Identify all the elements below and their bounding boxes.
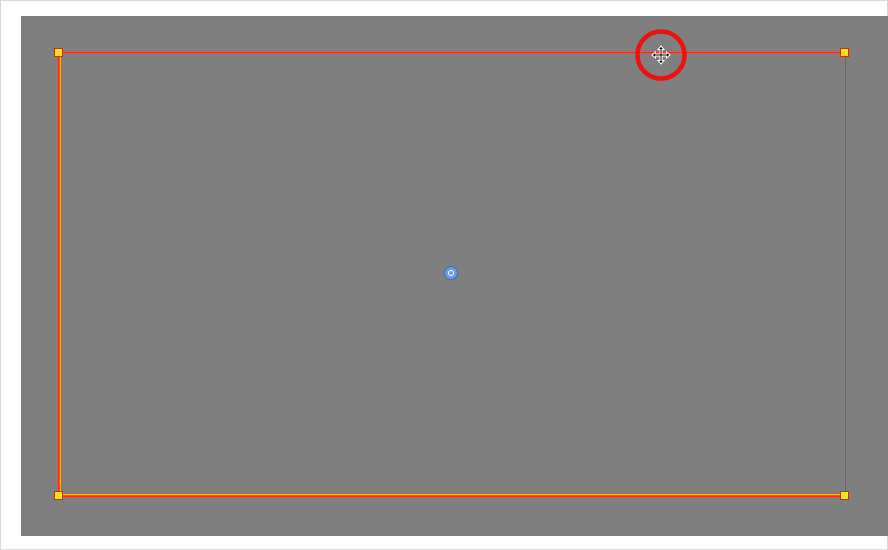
resize-handle-top-left[interactable] bbox=[54, 48, 63, 57]
pivot-point-icon[interactable] bbox=[444, 266, 458, 280]
resize-handle-bottom-left[interactable] bbox=[54, 491, 63, 500]
viewport-frame bbox=[0, 0, 888, 550]
move-cursor-icon bbox=[651, 45, 671, 65]
resize-handle-top-right[interactable] bbox=[840, 48, 849, 57]
resize-handle-bottom-right[interactable] bbox=[840, 491, 849, 500]
